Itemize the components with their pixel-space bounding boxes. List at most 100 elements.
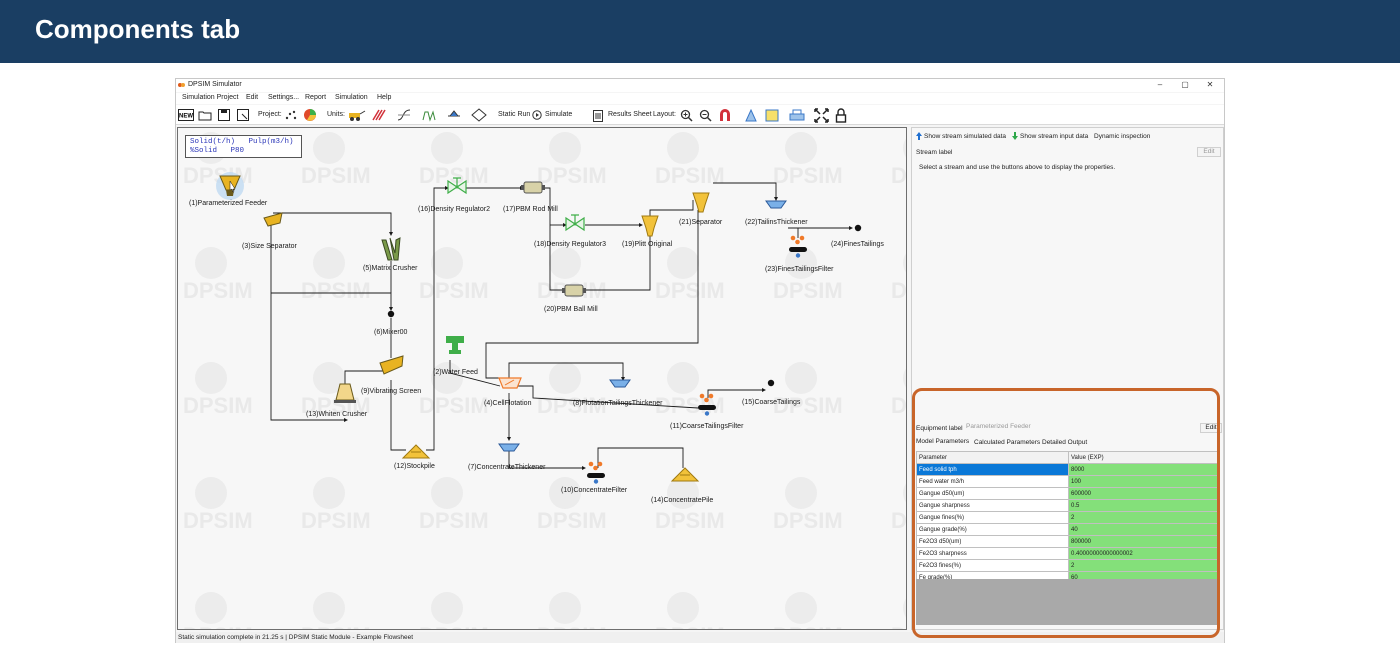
maximize-button[interactable]: ▢ (1179, 80, 1191, 89)
table-row[interactable]: Fe2O3 d50(um) 800000 (916, 535, 1218, 548)
tab-model-parameters[interactable]: Model Parameters (916, 438, 969, 445)
table-row[interactable]: Feed solid tph 8000 (916, 463, 1218, 476)
unit-separator[interactable] (692, 192, 710, 213)
unit-density-regulator3[interactable] (565, 214, 585, 232)
unit-fines-tailings[interactable] (854, 224, 862, 232)
watermark-logo (667, 592, 699, 624)
print-icon[interactable] (789, 109, 805, 122)
tab-detailed-output[interactable]: Detailed Output (1042, 439, 1087, 446)
project-scatter-button[interactable] (284, 108, 298, 122)
parameter-value-cell[interactable]: 0.5 (1068, 499, 1218, 512)
unit-mixer00[interactable] (387, 310, 395, 318)
zoom-out-icon[interactable] (699, 109, 712, 122)
dynamic-inspection-button[interactable]: Dynamic inspection (1094, 133, 1150, 140)
unit-concentrate-filter[interactable] (587, 461, 605, 484)
table-row[interactable]: Gangue fines(%) 2 (916, 511, 1218, 524)
menu-settings[interactable]: Settings... (268, 94, 299, 101)
units-loader-button[interactable] (347, 108, 367, 122)
stream-line[interactable] (649, 200, 694, 218)
stream-edit-button[interactable]: Edit (1197, 147, 1221, 157)
parameter-value-cell[interactable]: 2 (1068, 559, 1218, 572)
watermark-text: DPSIM (419, 508, 489, 533)
tab-calculated-parameters[interactable]: Calculated Parameters (974, 439, 1040, 446)
menu-report[interactable]: Report (305, 94, 326, 101)
unit-cell-flotation[interactable] (498, 377, 522, 389)
unit-size-separator[interactable] (263, 212, 283, 227)
open-button[interactable] (198, 108, 212, 122)
fit-screen-icon[interactable] (814, 108, 829, 123)
stream-line[interactable] (597, 447, 684, 468)
unit-concentrate-pile[interactable] (670, 467, 700, 482)
parameter-value-cell[interactable]: 8000 (1068, 463, 1218, 476)
save-as-button[interactable] (236, 108, 250, 122)
unit-pbm-ball-mill[interactable] (562, 284, 586, 297)
menu-simulation[interactable]: Simulation (335, 94, 368, 101)
table-row[interactable]: Gangue sharpness 0.5 (916, 499, 1218, 512)
note-icon[interactable] (765, 109, 779, 122)
equipment-label: Equipment label (916, 425, 963, 432)
unit-coarse-tailings[interactable] (767, 379, 775, 387)
label-mixer00: (6)Mixer00 (374, 329, 408, 336)
lock-icon[interactable] (835, 108, 847, 123)
parameter-value-cell[interactable]: 100 (1068, 475, 1218, 488)
unit-water-feed[interactable] (446, 336, 464, 354)
close-button[interactable]: ✕ (1204, 80, 1216, 89)
table-row[interactable]: Fe2O3 sharpness 0.40000000000000002 (916, 547, 1218, 560)
menu-help[interactable]: Help (377, 94, 391, 101)
watermark-logo (903, 598, 906, 618)
equipment-edit-button[interactable]: Edit (1200, 423, 1222, 433)
unit-stockpile[interactable] (401, 444, 431, 459)
stream-line[interactable] (273, 212, 392, 233)
unit-flotation-tailings-thickener[interactable] (609, 379, 631, 388)
watermark-logo (903, 368, 906, 388)
parameter-value-cell[interactable]: 800000 (1068, 535, 1218, 548)
loader-icon (349, 110, 366, 121)
parameter-value-cell[interactable]: 2 (1068, 511, 1218, 524)
unit-tailins-thickener[interactable] (765, 200, 787, 209)
results-sheet-button[interactable]: Results Sheet (608, 111, 652, 118)
watermark-text: DPSIM (183, 393, 253, 418)
minimize-button[interactable]: – (1154, 80, 1166, 89)
window-title: DPSIM Simulator (188, 81, 242, 88)
label-pbm-rod-mill: (17)PBM Rod Mill (503, 206, 558, 213)
units-crusher-button[interactable] (371, 108, 391, 122)
parameter-value-cell[interactable]: 40 (1068, 523, 1218, 536)
watermark-logo (549, 132, 581, 164)
menu-simulation-project[interactable]: Simulation Project (182, 94, 238, 101)
table-row[interactable]: Gangue d50(um) 600000 (916, 487, 1218, 500)
project-pie-button[interactable] (303, 108, 317, 122)
static-run-button[interactable]: Static Run (498, 111, 530, 118)
zoom-in-icon[interactable] (680, 109, 693, 122)
dpsim-window: DPSIM Simulator – ▢ ✕ Simulation Project… (175, 78, 1225, 643)
table-row[interactable]: Feed water m3/h 100 (916, 475, 1218, 488)
save-button[interactable] (217, 108, 231, 122)
parameter-value-cell[interactable]: 600000 (1068, 487, 1218, 500)
show-stream-input-data-button[interactable]: Show stream input data (1020, 133, 1088, 140)
units-diamond-button[interactable] (471, 108, 487, 122)
unit-concentrate-thickener[interactable] (498, 443, 520, 452)
units-flask-button[interactable] (446, 108, 466, 122)
units-wave-button[interactable] (421, 108, 441, 122)
watermark-text: DPSIM (655, 623, 725, 630)
tree-layout-icon[interactable] (744, 109, 758, 122)
parameter-name-cell: Fe2O3 fines(%) (916, 559, 1069, 572)
flowsheet-canvas[interactable]: DPSIM DPSIM DPSIM DPSIM DPSIM DPSIM DPSIM DPSIM… (177, 127, 907, 630)
menu-edit[interactable]: Edit (246, 94, 258, 101)
parameter-name-cell: Feed water m3/h (916, 475, 1069, 488)
show-stream-simulated-data-button[interactable]: Show stream simulated data (924, 133, 1006, 140)
simulate-button[interactable]: Simulate (545, 111, 572, 118)
parameter-value-cell[interactable]: 0.40000000000000002 (1068, 547, 1218, 560)
watermark-text: DPSIM (773, 163, 843, 188)
table-row[interactable]: Fe2O3 fines(%) 2 (916, 559, 1218, 572)
unit-plitt-original[interactable] (641, 215, 659, 237)
table-empty-area (916, 579, 1218, 625)
new-project-button[interactable]: NEW (178, 108, 194, 122)
unit-parameterized-feeder[interactable] (216, 172, 244, 200)
watermark-logo (549, 362, 581, 394)
table-row[interactable]: Gangue grade(%) 40 (916, 523, 1218, 536)
unit-matrix-crusher[interactable] (381, 237, 401, 261)
unit-vibrating-screen[interactable] (379, 355, 404, 375)
magnet-icon[interactable] (718, 109, 732, 122)
unit-pbm-rod-mill[interactable] (521, 181, 545, 194)
units-curve-button[interactable] (396, 108, 416, 122)
